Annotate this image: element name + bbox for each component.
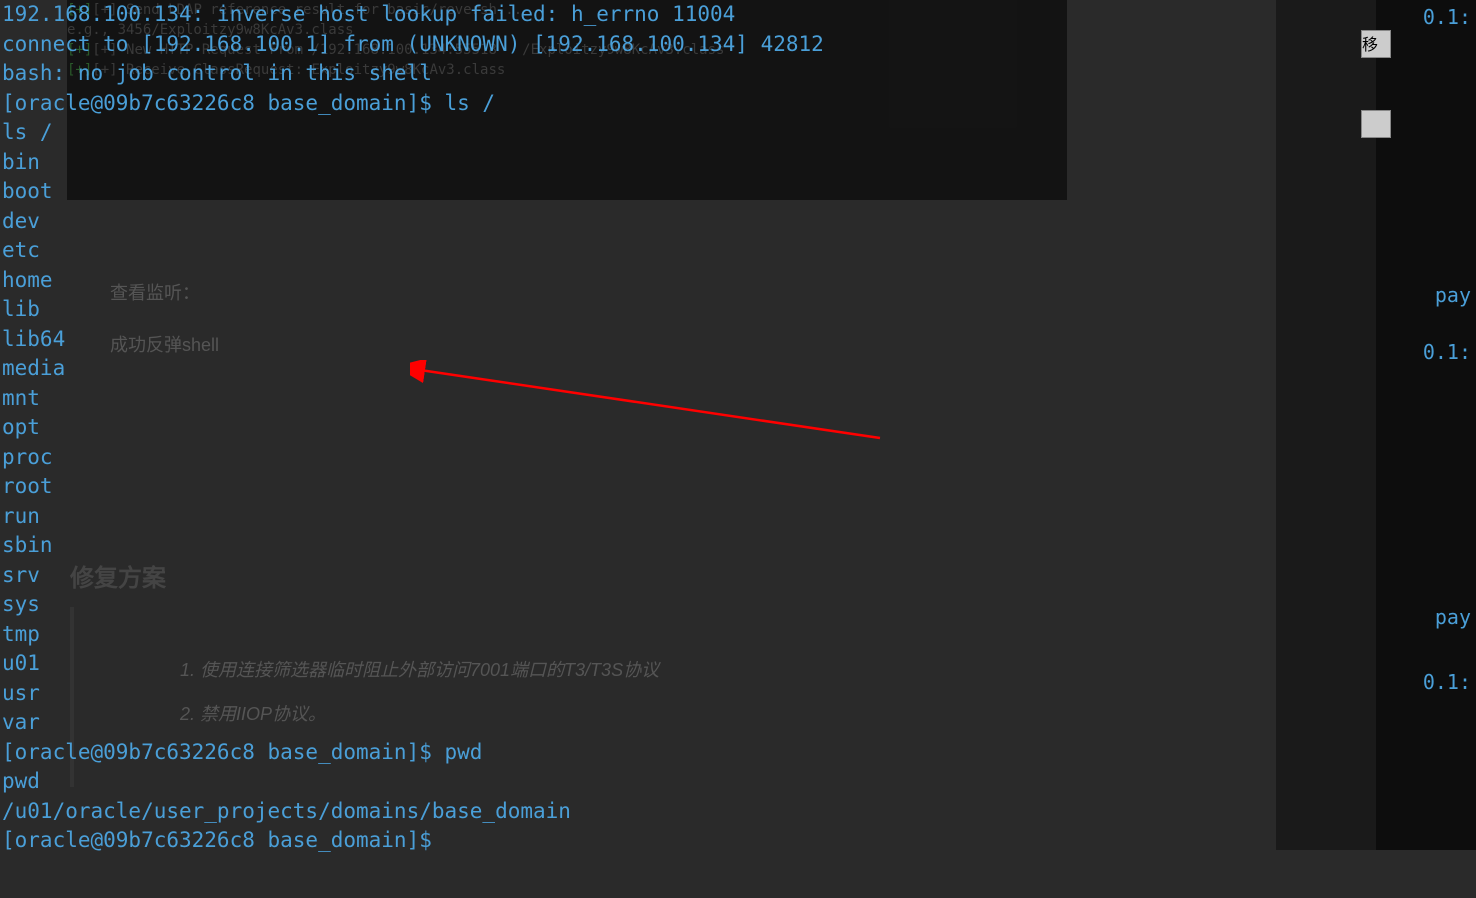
annotation-view-listener: 查看监听： <box>110 279 200 305</box>
right-ip-fragment: 0.1: <box>1423 5 1471 29</box>
dim-log-line: [+][+] Receive ClassRequest: Exploitzy9w… <box>67 60 1067 80</box>
terminal-dir-dev: dev <box>0 207 1476 237</box>
log-marker: [+] <box>67 2 92 18</box>
terminal-dir-root: root <box>0 472 1476 502</box>
terminal-dir-tmp: tmp <box>0 620 1476 650</box>
fix-list: 1. 使用连接筛选器临时阻止外部访问7001端口的T3/T3S协议 2. 禁用I… <box>180 656 659 744</box>
right-sidebar-inner <box>1376 0 1476 850</box>
terminal-dir-home: home <box>0 266 1476 296</box>
terminal-dir-sbin: sbin <box>0 531 1476 561</box>
fix-item-2: 2. 禁用IIOP协议。 <box>180 700 659 726</box>
dim-log-line: e.g., 3456/Exploitzy9w8KcAv3.class <box>67 20 1067 40</box>
right-text-pay: pay <box>1435 605 1471 629</box>
terminal-dir-lib: lib <box>0 295 1476 325</box>
terminal-dir-srv: srv <box>0 561 1476 591</box>
terminal-dir-etc: etc <box>0 236 1476 266</box>
right-text-pay: pay <box>1435 283 1471 307</box>
right-button-1[interactable]: 移 <box>1361 30 1391 58</box>
terminal-line: pwd <box>0 767 1476 797</box>
annotation-shell-success: 成功反弹shell <box>110 331 219 357</box>
fix-heading: 修复方案 <box>70 558 166 593</box>
blockquote-border <box>70 607 74 787</box>
terminal-dir-sys: sys <box>0 590 1476 620</box>
terminal-dir-proc: proc <box>0 443 1476 473</box>
right-button-2[interactable] <box>1361 110 1391 138</box>
dim-log-line: [+][+] Send LDAP reference result for ba… <box>67 0 1067 20</box>
terminal-dir-run: run <box>0 502 1476 532</box>
annotation-arrow-icon <box>410 360 890 440</box>
fix-item-1: 1. 使用连接筛选器临时阻止外部访问7001端口的T3/T3S协议 <box>180 656 659 682</box>
terminal-pwd-output: /u01/oracle/user_projects/domains/base_d… <box>0 797 1476 827</box>
terminal-dir-lib64: lib64 <box>0 325 1476 355</box>
log-marker: [+] <box>67 62 92 78</box>
terminal-prompt-empty: [oracle@09b7c63226c8 base_domain]$ <box>0 826 1476 856</box>
log-marker: [+] <box>67 42 92 58</box>
right-ip-fragment: 0.1: <box>1423 670 1471 694</box>
dim-log-line: [+][+] New HTTP Request From /192.168.10… <box>67 40 1067 60</box>
background-log-panel: [+][+] Send LDAP reference result for ba… <box>67 0 1067 200</box>
right-ip-fragment: 0.1: <box>1423 340 1471 364</box>
